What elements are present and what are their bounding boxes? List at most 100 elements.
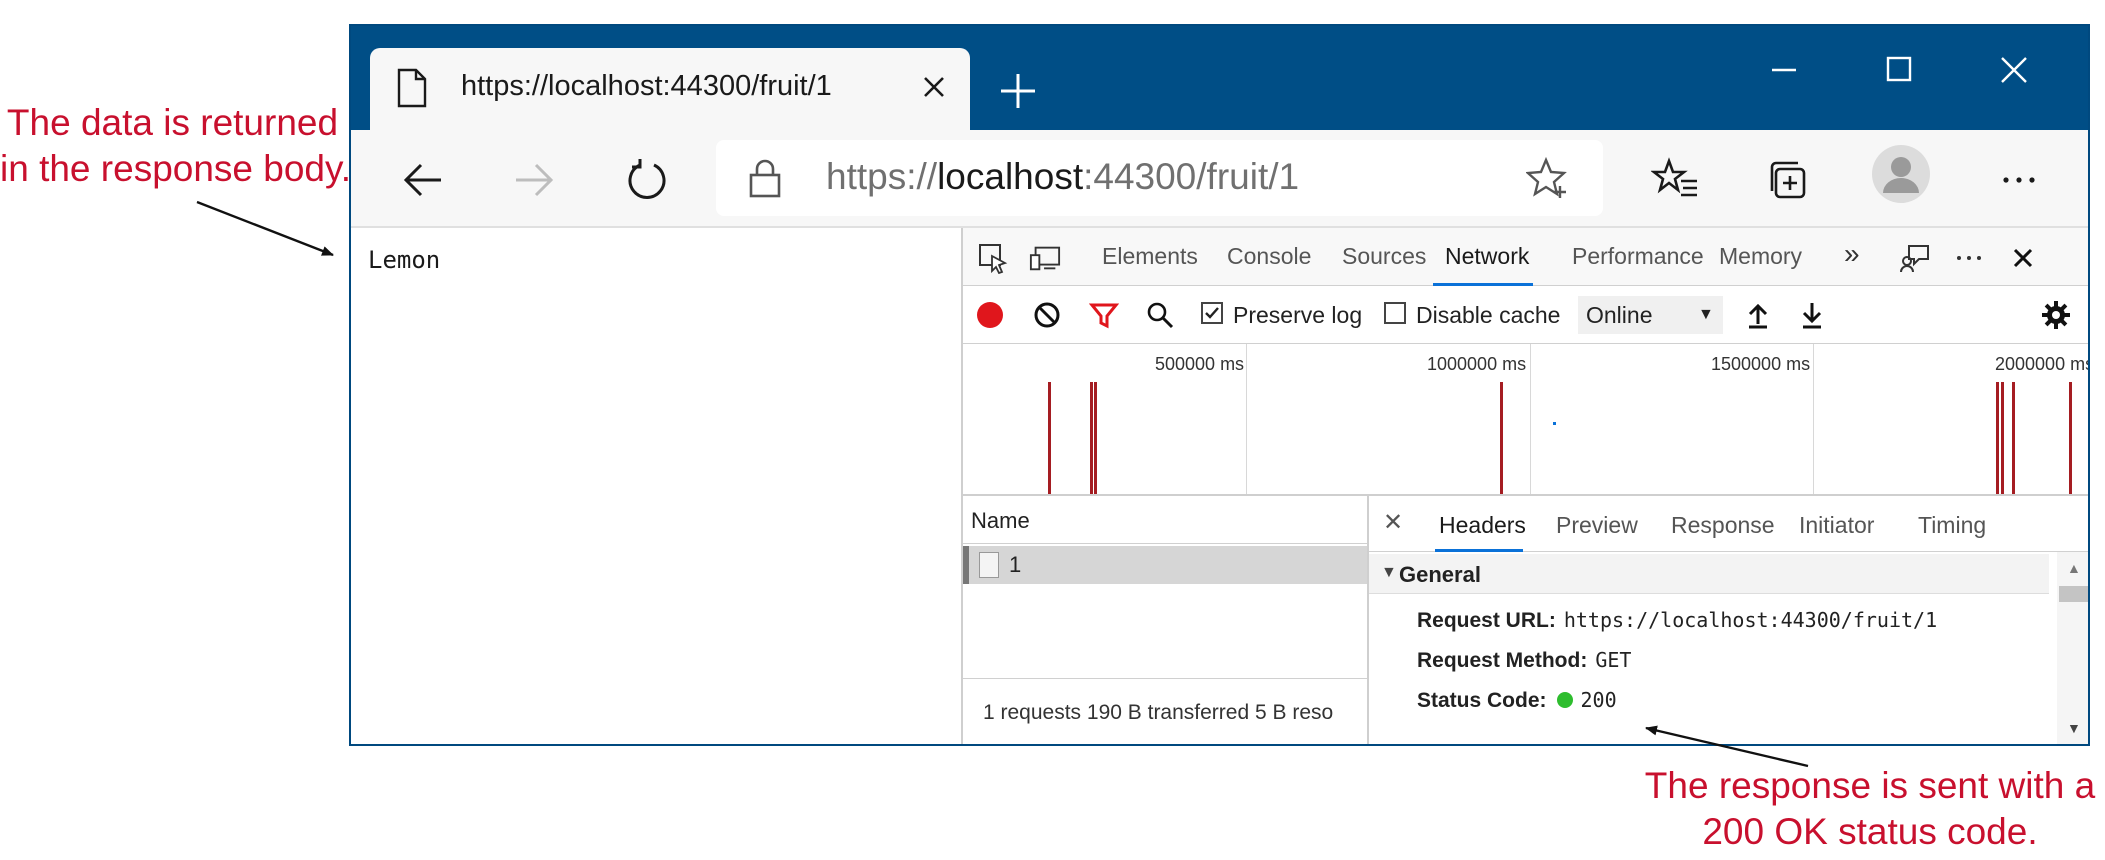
timeline-request-bar (2012, 382, 2015, 494)
throttling-value: Online (1586, 302, 1653, 328)
timeline-request-bar (1996, 382, 1999, 494)
timeline-tick: 1000000 ms (1427, 354, 1527, 374)
preserve-log-checkbox[interactable] (1201, 302, 1223, 324)
page-icon (397, 68, 427, 108)
disable-cache-label: Disable cache (1416, 302, 1561, 328)
scrollbar-thumb[interactable] (2059, 586, 2088, 602)
network-settings-gear-icon[interactable] (2041, 300, 2071, 330)
detail-scrollbar[interactable]: ▲ ▼ (2057, 552, 2088, 744)
request-method-row: Request Method: GET (1417, 648, 1631, 673)
disable-cache-checkbox[interactable] (1384, 302, 1406, 324)
search-icon[interactable] (1145, 300, 1175, 330)
url-host: localhost (937, 156, 1084, 197)
request-name: 1 (1009, 552, 1022, 577)
profile-avatar-icon[interactable] (1871, 144, 1931, 204)
feedback-icon[interactable] (1899, 242, 1931, 274)
inspect-element-icon[interactable] (977, 242, 1009, 274)
maximize-icon[interactable] (1859, 42, 1939, 98)
annotation-left-line-1: The data is returned (6, 102, 339, 143)
scroll-down-arrow-icon[interactable]: ▼ (2067, 720, 2081, 736)
tab-response[interactable]: Response (1671, 512, 1775, 539)
caret-expanded-icon: ▼ (1381, 564, 1397, 581)
status-code-label: Status Code: (1417, 689, 1547, 712)
request-list: Name 1 1 requests 190 B transferred 5 B … (963, 496, 1369, 744)
request-method-value: GET (1595, 648, 1632, 672)
add-favorite-star-icon[interactable] (1526, 156, 1570, 200)
network-toolbar: Preserve log Disable cache Online ▼ (963, 286, 2088, 344)
status-code-row: Status Code: 200 (1417, 688, 1617, 713)
minimize-icon[interactable] (1744, 42, 1824, 98)
refresh-icon[interactable] (619, 152, 675, 208)
tab-console[interactable]: Console (1227, 243, 1311, 270)
detail-close-icon[interactable]: ✕ (1383, 508, 1403, 537)
timeline-tick: 2000000 ms (1995, 354, 2090, 374)
tab-elements[interactable]: Elements (1102, 243, 1198, 270)
annotation-left-line-2: in the response body. (0, 148, 352, 189)
timeline-request-bar (1048, 382, 1051, 494)
arrow-to-response-body (196, 200, 334, 257)
favorites-icon[interactable] (1648, 152, 1704, 208)
devtools-more-icon[interactable] (1953, 242, 1985, 274)
detail-tab-bar: ✕ Headers Preview Response Initiator Tim… (1369, 496, 2088, 552)
timeline-request-bar (2001, 382, 2004, 494)
timeline-request-bar (1094, 382, 1097, 494)
timeline-gridline (1813, 344, 1814, 494)
tab-sources[interactable]: Sources (1342, 243, 1426, 270)
url-scheme: https:// (826, 156, 938, 197)
general-section-header[interactable]: ▼ General (1369, 554, 2049, 594)
column-name-header[interactable]: Name (971, 508, 1030, 534)
document-icon (979, 552, 999, 578)
tab-timing[interactable]: Timing (1918, 512, 1986, 539)
tab-initiator[interactable]: Initiator (1799, 512, 1874, 539)
tab-close-icon[interactable] (913, 66, 955, 108)
forward-arrow-icon[interactable] (506, 152, 562, 208)
filter-icon[interactable] (1089, 300, 1119, 330)
more-options-icon[interactable] (1991, 152, 2047, 208)
timeline-gridline (1246, 344, 1247, 494)
request-list-header: Name (963, 496, 1367, 544)
timeline-event-dot (1553, 422, 1556, 425)
url-port-path: :44300/fruit/1 (1083, 156, 1300, 197)
new-tab-plus-icon[interactable] (991, 64, 1045, 118)
annotation-status-code: The response is sent with a 200 OK statu… (1640, 763, 2100, 855)
tab-performance[interactable]: Performance (1572, 243, 1704, 270)
request-url-row: Request URL: https://localhost:44300/frui… (1417, 608, 1937, 633)
devtools-tab-bar: Elements Console Sources Network Perform… (963, 228, 2088, 286)
general-section-title: General (1399, 562, 1481, 587)
request-summary-text: 1 requests 190 B transferred 5 B reso (983, 701, 1334, 724)
timeline-tick: 500000 ms (1155, 354, 1245, 374)
browser-window: https://localhost:44300/fruit/1 https://… (349, 24, 2090, 746)
window-close-icon[interactable] (1974, 42, 2054, 98)
record-icon[interactable] (975, 300, 1005, 330)
timeline-tick: 1500000 ms (1711, 354, 1811, 374)
timeline-request-bar (1090, 382, 1093, 494)
browser-tab[interactable]: https://localhost:44300/fruit/1 (370, 48, 970, 132)
annotation-response-body: The data is returned in the response bod… (0, 100, 352, 192)
tab-headers[interactable]: Headers (1439, 512, 1526, 539)
title-bar: https://localhost:44300/fruit/1 (351, 26, 2088, 132)
back-arrow-icon[interactable] (395, 152, 451, 208)
address-bar[interactable]: https://localhost:44300/fruit/1 (716, 140, 1603, 216)
tab-network[interactable]: Network (1445, 243, 1529, 270)
throttling-select[interactable]: Online ▼ (1578, 296, 1723, 334)
response-body-text: Lemon (368, 246, 441, 274)
request-summary-bar: 1 requests 190 B transferred 5 B reso (963, 678, 1367, 744)
table-row[interactable]: 1 (963, 546, 1367, 584)
tab-memory[interactable]: Memory (1719, 243, 1802, 270)
devtools-close-icon[interactable] (2007, 242, 2039, 274)
timeline-request-bar (1500, 382, 1503, 494)
clear-icon[interactable] (1032, 300, 1062, 330)
lock-icon (749, 159, 781, 198)
active-detail-tab-indicator (1435, 549, 1523, 552)
device-emulation-icon[interactable] (1029, 242, 1061, 274)
more-tabs-chevron-icon[interactable]: » (1844, 238, 1860, 270)
export-har-icon[interactable] (1797, 300, 1827, 330)
scroll-up-arrow-icon[interactable]: ▲ (2067, 560, 2081, 576)
tab-preview[interactable]: Preview (1556, 512, 1638, 539)
annotation-right-line-1: The response is sent with a (1644, 765, 2096, 806)
import-har-icon[interactable] (1743, 300, 1773, 330)
timeline-request-bar (2069, 382, 2072, 494)
preserve-log-label: Preserve log (1233, 302, 1363, 328)
collections-icon[interactable] (1761, 152, 1817, 208)
request-url-value: https://localhost:44300/fruit/1 (1563, 608, 1938, 632)
